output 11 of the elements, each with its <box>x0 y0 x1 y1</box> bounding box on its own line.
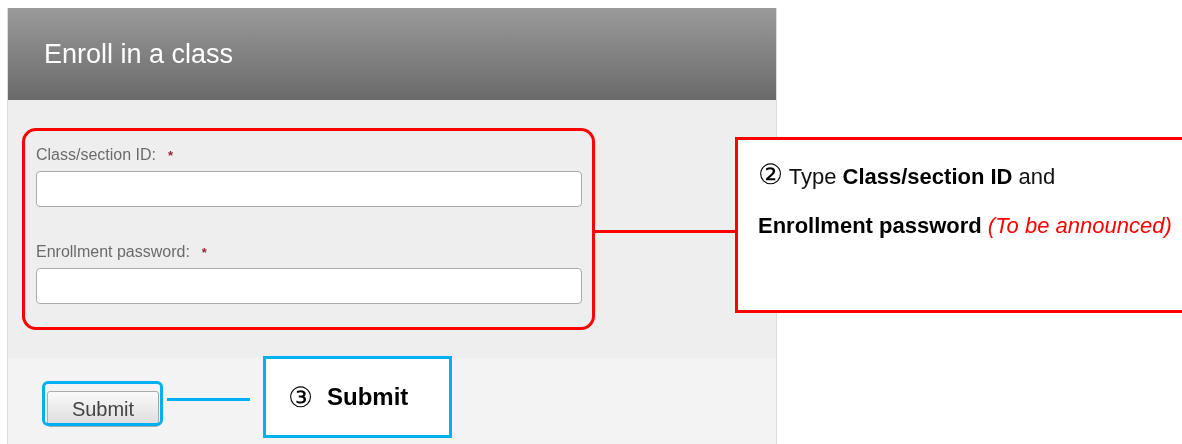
callout-text: ② Type Class/section ID and Enrollment password (To be announced) <box>758 158 1172 240</box>
input-field[interactable] <box>36 268 582 304</box>
field-label: Class/section ID: <box>36 146 157 164</box>
input-field[interactable] <box>36 171 582 207</box>
step-number: ② <box>758 159 783 190</box>
callout-text: Submit <box>327 383 409 411</box>
required-mark: * <box>201 244 207 260</box>
field-label: Enrollment password: <box>36 243 190 261</box>
dialog-title: Enroll in a class <box>44 38 234 70</box>
required-mark: * <box>168 147 174 163</box>
step-number: ③ <box>288 380 313 414</box>
